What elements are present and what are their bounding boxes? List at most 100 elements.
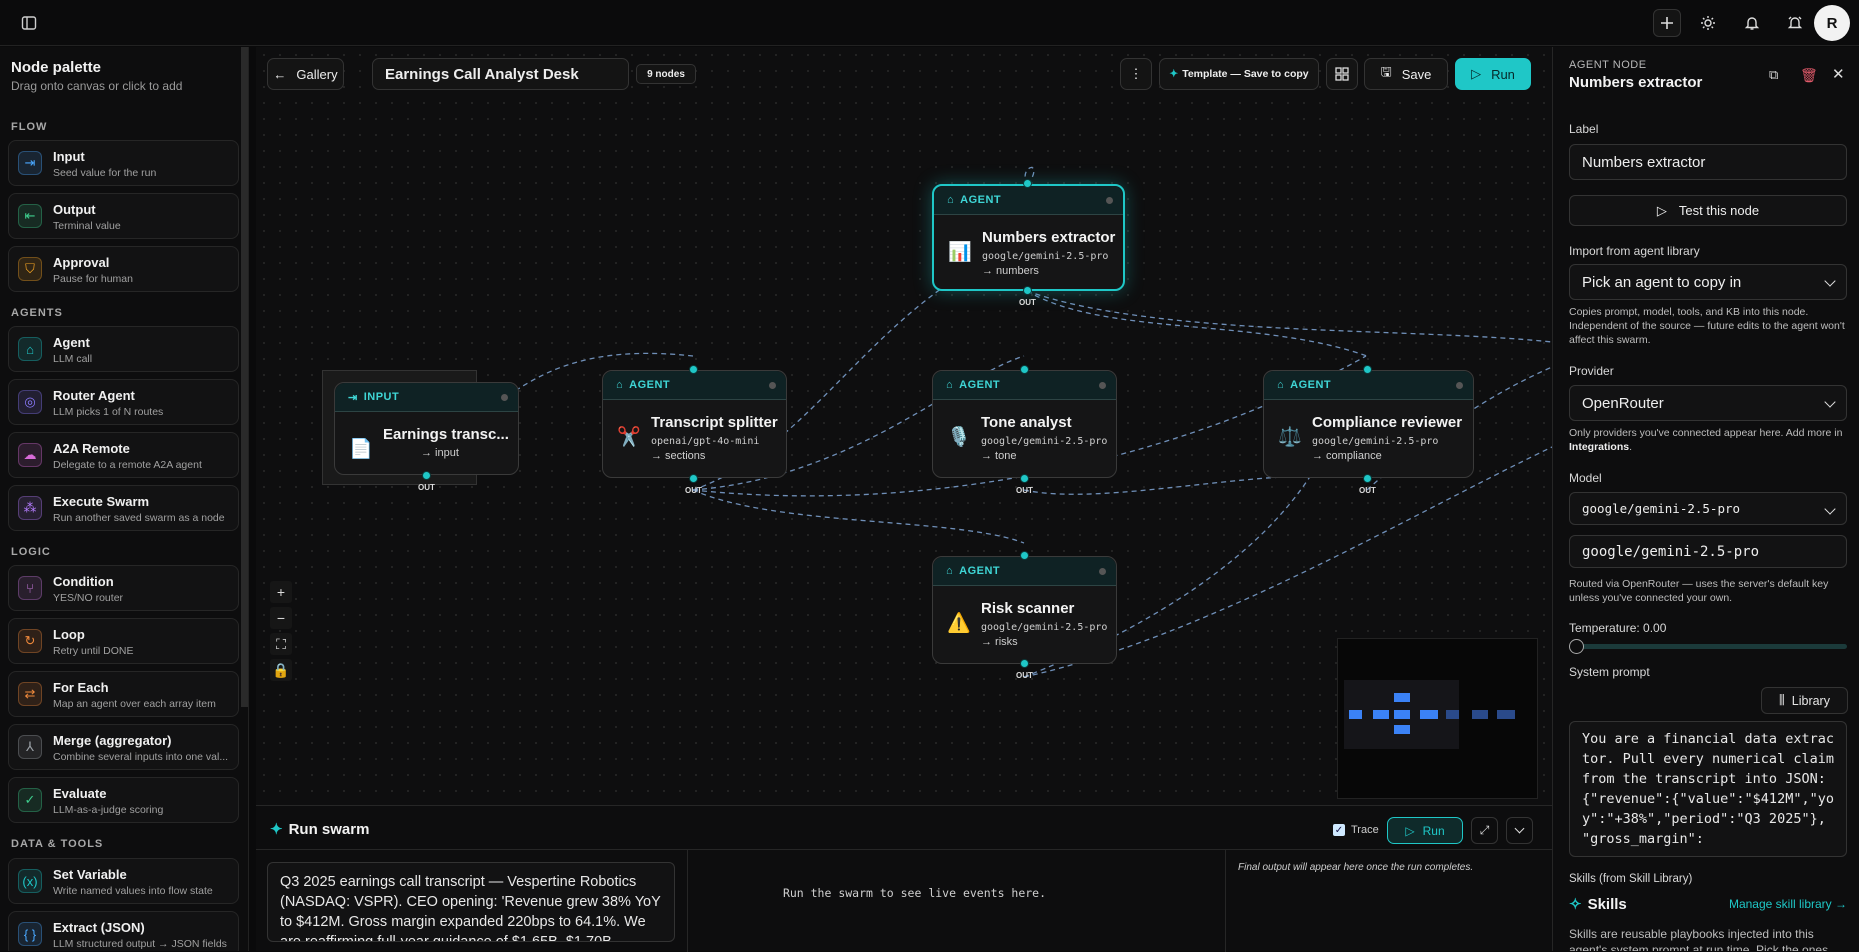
palette-item-approval[interactable]: ⛉ Approval Pause for human: [8, 246, 239, 292]
inspector-kicker: AGENT NODE: [1569, 59, 1647, 71]
palette-item-a2a-remote[interactable]: ☁ A2A Remote Delegate to a remote A2A agen…: [8, 432, 239, 478]
edge-tone-compliance: [1023, 474, 1368, 495]
run-panel-run-button[interactable]: ▷ Run: [1387, 817, 1463, 844]
node-model: google/gemini-2.5-pro: [981, 622, 1108, 633]
section-logic: LOGIC: [11, 546, 51, 558]
provider-select[interactable]: OpenRouter: [1569, 385, 1847, 421]
flow-canvas[interactable]: ← Gallery Earnings Call Analyst Desk 9 no…: [256, 47, 1552, 805]
palette-item-desc: Write named values into flow state: [53, 885, 213, 897]
trash-icon[interactable]: 🗑: [1800, 67, 1818, 85]
expand-icon[interactable]: ⤢: [1471, 817, 1498, 844]
palette-item-name: Approval: [53, 255, 110, 270]
zoom-in-icon[interactable]: +: [270, 581, 292, 603]
save-button[interactable]: 🖫 Save: [1364, 58, 1448, 90]
tone-out-handle[interactable]: [1020, 474, 1029, 483]
palette-item-for-each[interactable]: ⇄ For Each Map an agent over each array it…: [8, 671, 239, 717]
risk-in-handle[interactable]: [1020, 551, 1029, 560]
bell-icon[interactable]: [1738, 9, 1766, 37]
node-tone-analyst[interactable]: ⌂ AGENT 🎙️ Tone analyst google/gemini-2.5…: [932, 370, 1117, 478]
label-field-label: Label: [1569, 122, 1599, 136]
fit-view-icon[interactable]: ⛶: [270, 633, 292, 655]
more-menu-icon[interactable]: ⋮: [1120, 58, 1152, 90]
run-input-textarea[interactable]: Q3 2025 earnings call transcript — Vespe…: [267, 862, 675, 942]
plus-icon[interactable]: [1653, 9, 1681, 37]
gallery-back-button[interactable]: ← Gallery: [267, 58, 344, 90]
temperature-slider[interactable]: [1569, 639, 1847, 654]
palette-item-input[interactable]: ⇥ Input Seed value for the run: [8, 140, 239, 186]
out-label: OUT: [1016, 486, 1033, 495]
play-icon: ▷: [1471, 66, 1482, 81]
temperature-thumb[interactable]: [1569, 639, 1584, 654]
palette-item-name: Loop: [53, 627, 85, 642]
lock-icon[interactable]: 🔒: [270, 659, 292, 681]
provider-value: OpenRouter: [1582, 394, 1664, 412]
palette-item-condition[interactable]: ⑂ Condition YES/NO router: [8, 565, 239, 611]
palette-item-set-variable[interactable]: (x) Set Variable Write named values into f…: [8, 858, 239, 904]
library-button[interactable]: ⫼ Library: [1761, 687, 1848, 714]
node-type-label: ⌂ AGENT: [603, 371, 786, 400]
template-save-copy-button[interactable]: ✦ Template — Save to copy: [1159, 58, 1319, 90]
layout-grid-icon[interactable]: [1326, 58, 1358, 90]
integrations-link[interactable]: Integrations: [1569, 441, 1629, 453]
palette-item-merge-aggregator[interactable]: ⅄ Merge (aggregator) Combine several input…: [8, 724, 239, 770]
palette-item-loop[interactable]: ↻ Loop Retry until DONE: [8, 618, 239, 664]
palette-scrollbar[interactable]: [241, 47, 248, 707]
zoom-out-icon[interactable]: −: [270, 607, 292, 629]
duplicate-icon[interactable]: ⧉: [1769, 67, 1787, 85]
sidebar-toggle-icon[interactable]: [15, 9, 43, 37]
status-dot: [1099, 382, 1106, 389]
trace-checkbox[interactable]: ✓: [1333, 824, 1345, 836]
save-icon: 🖫: [1380, 64, 1392, 79]
model-select[interactable]: google/gemini-2.5-pro: [1569, 492, 1847, 525]
provider-hint: Only providers you've connected appear h…: [1569, 427, 1843, 453]
palette-item-router-agent[interactable]: ◎ Router Agent LLM picks 1 of N routes: [8, 379, 239, 425]
theme-sun-icon[interactable]: [1694, 9, 1722, 37]
node-type: AGENT: [629, 379, 671, 391]
numbers-out-handle[interactable]: [1023, 286, 1032, 295]
minimap[interactable]: [1337, 638, 1538, 799]
node-compliance-reviewer[interactable]: ⌂ AGENT ⚖️ Compliance reviewer google/gem…: [1263, 370, 1474, 478]
collapse-chevron-icon[interactable]: [1506, 817, 1533, 844]
swarm-name-input[interactable]: Earnings Call Analyst Desk: [372, 58, 629, 90]
splitter-out-handle[interactable]: [689, 474, 698, 483]
clipboard-check-icon: ✓: [18, 788, 42, 812]
node-title: Tone analyst: [981, 414, 1072, 431]
palette-item-evaluate[interactable]: ✓ Evaluate LLM-as-a-judge scoring: [8, 777, 239, 823]
node-risk-scanner[interactable]: ⌂ AGENT ⚠️ Risk scanner google/gemini-2.5…: [932, 556, 1117, 664]
import-agent-select[interactable]: Pick an agent to copy in: [1569, 264, 1847, 300]
model-input[interactable]: google/gemini-2.5-pro: [1569, 535, 1847, 568]
user-avatar[interactable]: R: [1814, 5, 1850, 41]
palette-item-extract-json[interactable]: { } Extract (JSON) LLM structured output →…: [8, 911, 239, 951]
test-node-button[interactable]: ▷ Test this node: [1569, 195, 1847, 226]
numbers-in-handle[interactable]: [1023, 179, 1032, 188]
system-prompt-textarea[interactable]: You are a financial data extractor. Pull…: [1569, 721, 1847, 857]
run-button[interactable]: ▷ Run: [1455, 58, 1531, 90]
node-input[interactable]: ⇥ INPUT 📄 Earnings transc... → input: [334, 382, 519, 475]
trace-toggle[interactable]: ✓ Trace: [1333, 824, 1379, 836]
manage-skills-link[interactable]: Manage skill library →: [1729, 897, 1847, 911]
zoom-controls: + − ⛶ 🔒: [270, 581, 292, 691]
palette-item-name: Input: [53, 149, 85, 164]
splitter-in-handle[interactable]: [689, 365, 698, 374]
node-numbers-extractor[interactable]: ⌂ AGENT 📊 Numbers extractor google/gemini…: [932, 184, 1125, 291]
scissors-icon: ✂️: [617, 427, 641, 448]
compliance-in-handle[interactable]: [1363, 365, 1372, 374]
model-label: Model: [1569, 471, 1602, 485]
palette-item-output[interactable]: ⇤ Output Terminal value: [8, 193, 239, 239]
close-icon[interactable]: ✕: [1832, 65, 1850, 83]
label-input[interactable]: Numbers extractor: [1569, 144, 1847, 180]
status-dot: [1106, 197, 1113, 204]
palette-item-name: Evaluate: [53, 786, 107, 801]
alarm-bell-icon[interactable]: [1781, 9, 1809, 37]
risk-out-handle[interactable]: [1020, 659, 1029, 668]
node-type: AGENT: [1290, 379, 1332, 391]
compliance-out-handle[interactable]: [1363, 474, 1372, 483]
robot-icon: ⌂: [18, 337, 42, 361]
input-out-handle[interactable]: [422, 471, 431, 480]
tone-in-handle[interactable]: [1020, 365, 1029, 374]
node-transcript-splitter[interactable]: ⌂ AGENT ✂️ Transcript splitter openai/gpt…: [602, 370, 787, 478]
node-title: Numbers extractor: [982, 229, 1116, 246]
palette-item-agent[interactable]: ⌂ Agent LLM call: [8, 326, 239, 372]
out-label: OUT: [685, 486, 702, 495]
palette-item-execute-swarm[interactable]: ⁂ Execute Swarm Run another saved swarm as…: [8, 485, 239, 531]
